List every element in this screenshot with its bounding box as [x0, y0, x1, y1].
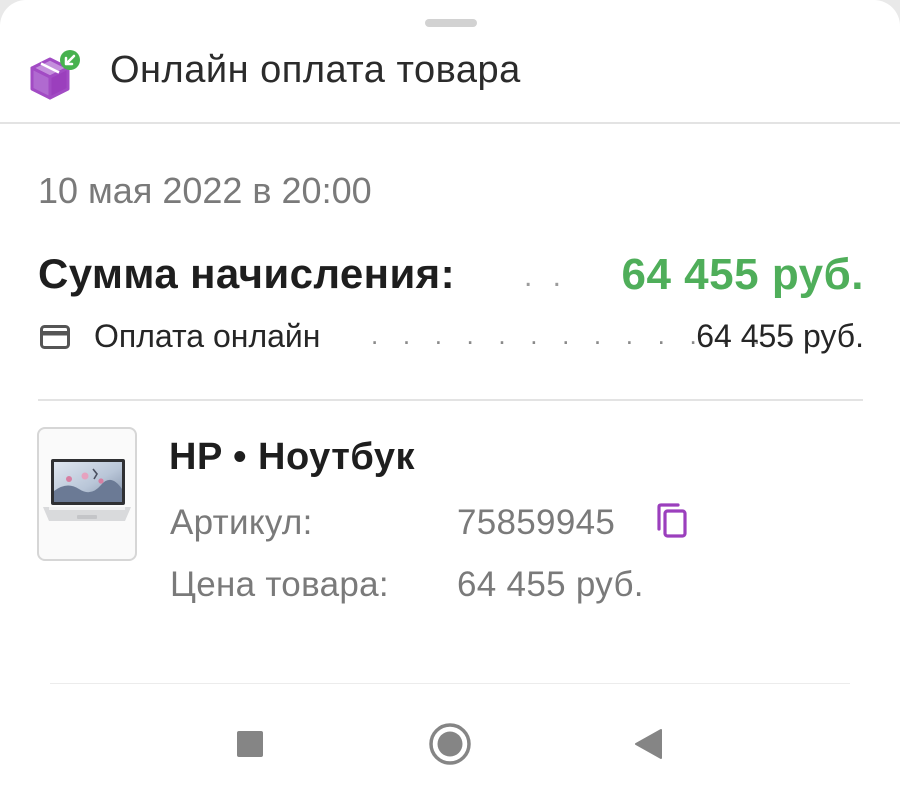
copy-icon[interactable]	[654, 502, 690, 538]
payment-method-label: Оплата онлайн	[94, 318, 321, 354]
payment-row: Оплата онлайн . . . . . . . . . . . . . …	[38, 318, 864, 358]
article-value: 75859945	[457, 503, 616, 542]
summary-leader-dots: . .	[524, 260, 568, 293]
drag-handle[interactable]	[425, 19, 477, 27]
back-triangle-icon[interactable]	[618, 714, 678, 774]
summary-label: Сумма начисления:	[38, 250, 455, 297]
sheet-header: Онлайн оплата товара	[0, 40, 900, 122]
home-circle-icon[interactable]	[420, 714, 480, 774]
bottom-sheet: Онлайн оплата товара 10 мая 2022 в 20:00…	[0, 0, 900, 791]
summary-row: Сумма начисления: . . 64 455 руб.	[38, 250, 864, 306]
laptop-thumbnail[interactable]	[37, 427, 137, 561]
price-label: Цена товара:	[170, 565, 389, 604]
article-label: Артикул:	[170, 503, 313, 542]
section-divider	[38, 399, 863, 401]
price-value: 64 455 руб.	[457, 565, 644, 604]
page-title: Онлайн оплата товара	[110, 49, 521, 91]
credit-card-icon	[40, 325, 70, 349]
system-navbar	[0, 700, 900, 791]
header-divider	[0, 122, 900, 124]
payment-amount: 64 455 руб.	[696, 318, 864, 354]
summary-amount: 64 455 руб.	[621, 250, 864, 299]
product-title: HP • Ноутбук	[169, 436, 416, 478]
recents-square-icon[interactable]	[220, 714, 280, 774]
navbar-divider	[50, 683, 850, 684]
transaction-date: 10 мая 2022 в 20:00	[38, 170, 372, 211]
package-return-icon	[28, 50, 82, 104]
